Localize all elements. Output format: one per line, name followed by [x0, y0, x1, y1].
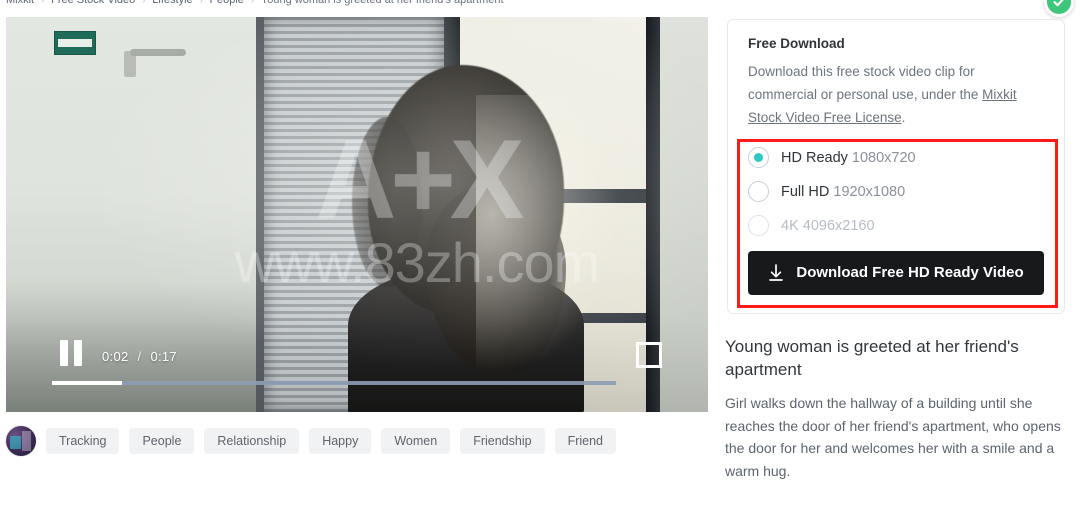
download-icon: [768, 263, 784, 282]
download-card: Free Download Download this free stock v…: [727, 19, 1065, 314]
option-4k[interactable]: 4K 4096x2160: [748, 209, 1044, 243]
author-avatar[interactable]: [6, 426, 36, 456]
breadcrumb-item-2[interactable]: Lifestyle: [152, 0, 192, 6]
download-card-description: Download this free stock video clip for …: [748, 61, 1044, 130]
tags-row: Tracking People Relationship Happy Women…: [6, 424, 616, 458]
option-label-full-hd: Full HD 1920x1080: [781, 184, 905, 200]
breadcrumb-separator-icon: ›: [199, 0, 203, 5]
option-name: HD Ready: [781, 149, 848, 166]
breadcrumb-separator-icon: ›: [250, 0, 254, 5]
player-controls: 0:02 / 0:17: [6, 316, 708, 412]
verified-badge[interactable]: [1044, 0, 1074, 17]
option-resolution: 1080x720: [851, 149, 916, 166]
clip-description: Girl walks down the hallway of a buildin…: [725, 394, 1061, 479]
video-player[interactable]: A+X www.83zh.com 0:02 / 0:17: [6, 17, 708, 412]
progress-buffered: [52, 381, 617, 385]
breadcrumb-separator-icon: ›: [41, 0, 45, 5]
option-name: 4K: [781, 217, 799, 234]
time-separator: /: [137, 349, 142, 364]
radio-icon-4k[interactable]: [748, 215, 769, 237]
download-card-title: Free Download: [748, 36, 845, 51]
option-label-4k: 4K 4096x2160: [781, 218, 875, 234]
check-icon: [1047, 0, 1071, 14]
tag-item[interactable]: Friend: [554, 428, 616, 454]
breadcrumb-item-1[interactable]: Free Stock Video: [51, 0, 135, 6]
breadcrumb: Mixkit › Free Stock Video › Lifestyle › …: [6, 0, 504, 6]
option-full-hd[interactable]: Full HD 1920x1080: [748, 175, 1044, 209]
resolution-options: HD Ready 1080x720 Full HD 1920x1080 4K 4…: [748, 141, 1044, 243]
option-hd-ready[interactable]: HD Ready 1080x720: [748, 141, 1044, 175]
current-time: 0:02: [102, 349, 129, 364]
download-button-label: Download Free HD Ready Video: [796, 264, 1024, 282]
clip-info: Young woman is greeted at her friend's a…: [725, 336, 1067, 483]
radio-icon-hd-ready[interactable]: [748, 147, 769, 169]
pause-icon[interactable]: [60, 340, 82, 366]
option-resolution: 4096x2160: [802, 217, 875, 234]
duration: 0:17: [150, 349, 177, 364]
breadcrumb-item-current: Young woman is greeted at her friend's a…: [260, 0, 504, 6]
breadcrumb-item-3[interactable]: People: [210, 0, 244, 6]
tag-item[interactable]: Relationship: [204, 428, 300, 454]
download-description-period: .: [901, 109, 906, 125]
tag-item[interactable]: Happy: [309, 428, 372, 454]
tag-item[interactable]: Women: [381, 428, 451, 454]
download-description-text: Download this free stock video clip for …: [748, 64, 983, 102]
option-name: Full HD: [781, 183, 830, 200]
tag-item[interactable]: People: [129, 428, 195, 454]
tag-item[interactable]: Tracking: [46, 428, 120, 454]
time-display: 0:02 / 0:17: [102, 349, 177, 364]
download-button[interactable]: Download Free HD Ready Video: [748, 250, 1044, 295]
page-root: Mixkit › Free Stock Video › Lifestyle › …: [0, 0, 1080, 507]
breadcrumb-item-0[interactable]: Mixkit: [6, 0, 34, 6]
clip-title: Young woman is greeted at her friend's a…: [725, 337, 1019, 379]
tag-item[interactable]: Friendship: [460, 428, 545, 454]
progress-bar[interactable]: [52, 381, 662, 385]
fullscreen-icon[interactable]: [636, 342, 662, 368]
breadcrumb-separator-icon: ›: [142, 0, 146, 5]
radio-icon-full-hd[interactable]: [748, 181, 769, 203]
progress-played: [52, 381, 123, 385]
option-resolution: 1920x1080: [833, 183, 906, 200]
option-label-hd-ready: HD Ready 1080x720: [781, 150, 916, 166]
